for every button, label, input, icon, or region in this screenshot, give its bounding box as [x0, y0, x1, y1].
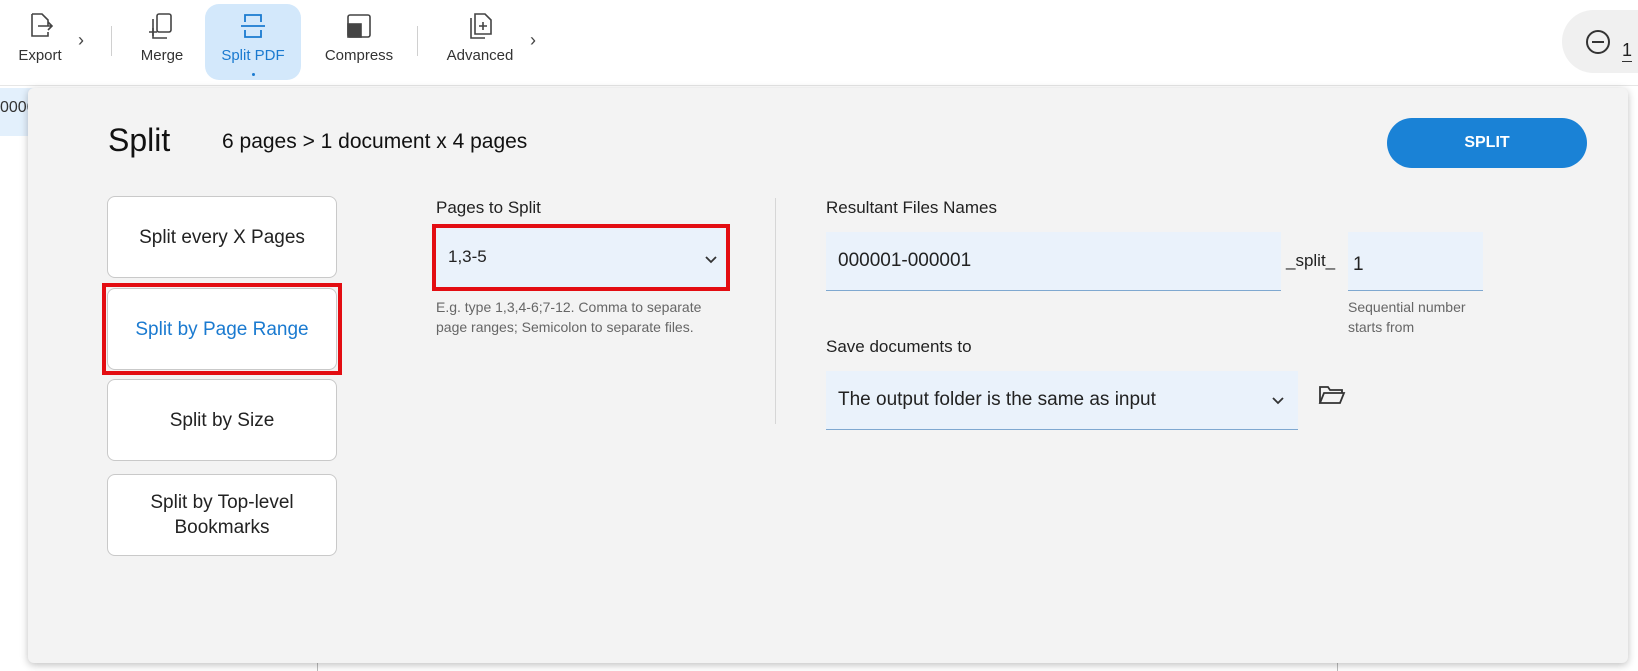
- zoom-value[interactable]: 1: [1622, 40, 1633, 62]
- hint-line: page ranges; Semicolon to separate files…: [436, 319, 694, 335]
- advanced-button[interactable]: Advanced: [436, 4, 524, 80]
- merge-button[interactable]: Merge: [124, 4, 200, 80]
- mode-split-every-x-pages[interactable]: Split every X Pages: [107, 196, 337, 278]
- zoom-control: 1: [1562, 10, 1638, 73]
- highlight-box: [432, 224, 730, 291]
- split-button[interactable]: SPLIT: [1387, 118, 1587, 168]
- save-to-select[interactable]: The output folder is the same as input: [826, 371, 1298, 430]
- save-to-label: Save documents to: [826, 337, 972, 356]
- column-divider: [775, 198, 776, 424]
- export-label: Export: [18, 47, 62, 64]
- merge-label: Merge: [140, 47, 184, 64]
- mode-split-by-bookmarks[interactable]: Split by Top-level Bookmarks: [107, 474, 337, 556]
- advanced-icon: [464, 10, 496, 47]
- split-summary: 6 pages > 1 document x 4 pages: [222, 130, 528, 153]
- save-to-value: The output folder is the same as input: [838, 389, 1156, 410]
- folder-open-icon[interactable]: [1318, 383, 1346, 407]
- split-separator-text: _split_: [1286, 251, 1336, 270]
- export-chevron-icon[interactable]: ›: [78, 30, 84, 51]
- split-pdf-icon: [237, 10, 269, 47]
- toolbar-divider: [111, 26, 112, 56]
- export-icon: [24, 10, 56, 47]
- resultant-files-label: Resultant Files Names: [826, 198, 998, 217]
- split-panel: Split 6 pages > 1 document x 4 pages SPL…: [28, 88, 1628, 663]
- sequence-hint: Sequential number starts from: [1348, 297, 1466, 337]
- advanced-chevron-icon[interactable]: ›: [530, 30, 536, 51]
- hint-line: starts from: [1348, 319, 1415, 335]
- compress-icon: [343, 10, 375, 47]
- highlight-box: [102, 283, 342, 375]
- panel-title: Split: [108, 122, 171, 158]
- file-name-input[interactable]: 000001-000001: [826, 232, 1281, 291]
- chevron-down-icon: [1272, 397, 1284, 405]
- main-toolbar: Export › Merge Split PDF Compress Advanc…: [0, 0, 1638, 86]
- mode-split-by-size[interactable]: Split by Size: [107, 379, 337, 461]
- pages-to-split-hint: E.g. type 1,3,4-6;7-12. Comma to separat…: [436, 297, 701, 337]
- pages-to-split-label: Pages to Split: [436, 198, 541, 217]
- compress-button[interactable]: Compress: [314, 4, 404, 80]
- export-button[interactable]: Export: [4, 4, 76, 80]
- sequence-start-value: 1: [1353, 254, 1364, 275]
- split-pdf-button[interactable]: Split PDF: [205, 4, 301, 80]
- active-indicator-dot: [251, 73, 255, 76]
- merge-icon: [146, 10, 178, 47]
- toolbar-divider: [417, 26, 418, 56]
- sequence-start-input[interactable]: 1: [1348, 232, 1483, 291]
- hint-line: E.g. type 1,3,4-6;7-12. Comma to separat…: [436, 299, 702, 315]
- split-pdf-label: Split PDF: [221, 47, 285, 64]
- hint-line: Sequential number: [1348, 299, 1466, 315]
- advanced-label: Advanced: [446, 47, 514, 64]
- file-name-value: 000001-000001: [838, 250, 972, 271]
- compress-label: Compress: [324, 47, 394, 64]
